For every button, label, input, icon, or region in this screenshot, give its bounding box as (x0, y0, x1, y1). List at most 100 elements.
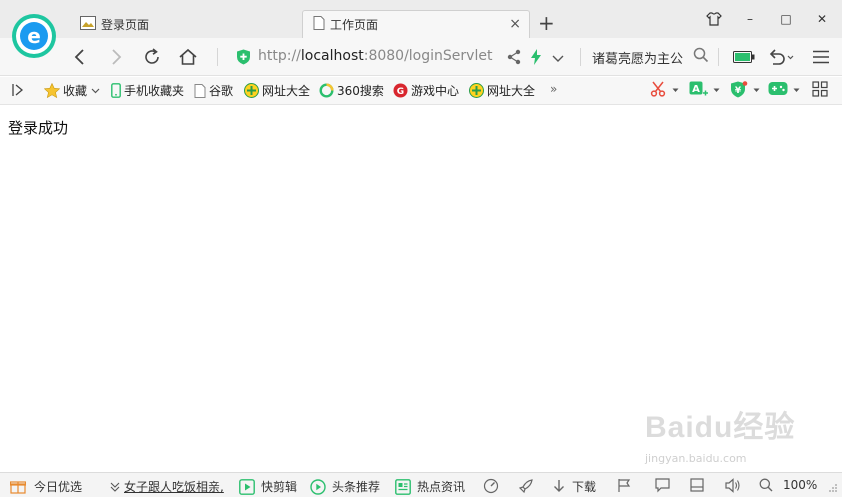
close-tab-icon[interactable]: × (509, 16, 521, 32)
search-icon[interactable] (693, 47, 709, 66)
tab-work-page[interactable]: 工作页面 × (302, 10, 530, 38)
play-square-icon (239, 478, 255, 495)
zoom-control[interactable]: 100% (759, 478, 817, 492)
search-input[interactable]: 诸葛亮愿为主公 (592, 48, 683, 67)
bookmark-item-website-directory-2[interactable]: 网址大全 (469, 82, 535, 99)
bookmark-label: 收藏 (63, 84, 88, 98)
close-window-button[interactable]: ✕ (808, 8, 836, 30)
bookmark-item-google[interactable]: 谷歌 (194, 82, 233, 99)
star-icon (44, 83, 60, 98)
chevron-down-icon[interactable] (713, 88, 720, 93)
chevron-down-icon[interactable] (672, 88, 679, 93)
360-search-icon (319, 83, 334, 98)
svg-text:¥: ¥ (735, 86, 742, 96)
bookmark-item-website-directory[interactable]: 网址大全 (244, 82, 310, 99)
bookmark-item-mobile-favorites[interactable]: 手机收藏夹 (111, 82, 184, 99)
svg-text:e: e (27, 24, 41, 48)
url-scheme: http:// (258, 48, 301, 64)
home-icon (179, 48, 197, 65)
tab-bar: e 登录页面 工作页面 × + – □ ✕ (0, 0, 842, 58)
yuan-shield-icon[interactable]: ¥ (730, 81, 748, 98)
bookmark-item-360-search[interactable]: 360搜索 (319, 82, 384, 99)
login-success-message: 登录成功 (8, 119, 69, 137)
new-tab-button[interactable]: + (538, 11, 555, 35)
bookmark-label: 游戏中心 (411, 84, 460, 98)
translate-status-icon[interactable] (655, 478, 670, 493)
back-button[interactable] (66, 44, 94, 70)
rocket-icon[interactable] (518, 478, 534, 494)
document-icon (313, 16, 325, 33)
status-bar: 今日优选 女子跟人吃饭相亲, 快剪辑 头条推荐 热点资讯 下载 100% (0, 472, 842, 497)
game-center-icon: G (393, 83, 408, 98)
today-picks-button[interactable]: 今日优选 (10, 478, 82, 495)
chevron-down-icon[interactable] (552, 52, 564, 66)
divider (718, 48, 719, 66)
play-circle-icon (310, 478, 326, 495)
divider (580, 48, 581, 66)
home-button[interactable] (174, 44, 202, 70)
headline-recommend-label: 头条推荐 (332, 480, 381, 494)
quick-clip-label: 快剪辑 (261, 480, 298, 494)
minimize-button[interactable]: – (736, 8, 764, 30)
maximize-button[interactable]: □ (772, 8, 800, 30)
page-content: 登录成功 Baidu经验 jingyan.baidu.com (0, 106, 842, 472)
bookmarks-overflow-button[interactable]: » (550, 82, 557, 96)
translate-icon[interactable]: A (689, 81, 709, 98)
svg-text:G: G (397, 87, 404, 97)
quick-clip-button[interactable]: 快剪辑 (239, 478, 297, 495)
today-picks-label: 今日优选 (34, 480, 83, 494)
zoom-icon (759, 478, 773, 492)
arrow-left-icon (74, 49, 84, 65)
headline-recommend-button[interactable]: 头条推荐 (310, 478, 380, 495)
bookmark-item-favorites[interactable]: 收藏 (44, 82, 100, 99)
chevron-down-icon[interactable] (91, 88, 100, 94)
forward-button[interactable] (102, 44, 130, 70)
svg-text:A: A (692, 84, 700, 95)
browser-window: e 登录页面 工作页面 × + – □ ✕ http://localhost:8… (0, 0, 842, 497)
volume-icon[interactable] (725, 478, 741, 493)
gamepad-icon[interactable] (768, 81, 788, 96)
news-headline-link[interactable]: 女子跟人吃饭相亲, (124, 478, 224, 495)
address-bar[interactable]: http://localhost:8080/loginServlet (258, 48, 492, 64)
resize-grip-icon[interactable] (828, 483, 838, 493)
hot-news-button[interactable]: 热点资讯 (395, 478, 465, 495)
window-icon[interactable] (690, 478, 704, 492)
screenshot-scissors-icon[interactable] (650, 81, 666, 97)
page-icon (194, 83, 206, 98)
flag-icon[interactable] (617, 478, 631, 493)
sidebar-toggle-icon[interactable] (12, 84, 24, 96)
news-ticker[interactable]: 女子跟人吃饭相亲, (110, 478, 224, 495)
chevron-down-icon[interactable] (753, 88, 760, 93)
website-directory-icon (244, 83, 259, 98)
tab-login-page[interactable]: 登录页面 (74, 10, 300, 38)
secure-shield-icon[interactable] (236, 49, 251, 68)
share-icon[interactable] (507, 49, 521, 68)
bookmark-label: 网址大全 (487, 84, 536, 98)
refresh-icon (145, 48, 159, 64)
bookmark-label: 网址大全 (262, 84, 311, 98)
download-label: 下载 (572, 480, 597, 494)
bookmark-label: 谷歌 (209, 84, 234, 98)
undo-icon[interactable] (768, 48, 794, 69)
bookmarks-bar: 收藏 手机收藏夹 谷歌 网址大全 360搜索 G 游戏中心 网址大全 » A ¥ (0, 77, 842, 105)
website-directory-icon (469, 83, 484, 98)
phone-icon (111, 83, 121, 98)
menu-icon[interactable] (812, 50, 830, 67)
watermark-logo-text: Baidu经验 (645, 411, 796, 444)
tab-title: 登录页面 (101, 17, 150, 32)
chevron-down-icon[interactable] (793, 88, 800, 93)
browser-logo-icon[interactable]: e (10, 12, 58, 60)
refresh-button[interactable] (138, 44, 166, 70)
apps-grid-icon[interactable] (812, 81, 828, 97)
bookmark-item-game-center[interactable]: G 游戏中心 (393, 82, 459, 99)
lightning-speed-icon[interactable] (530, 49, 542, 68)
navigation-bar: http://localhost:8080/loginServlet 诸葛亮愿为… (0, 38, 842, 76)
download-button[interactable]: 下载 (552, 478, 596, 495)
speed-icon[interactable] (483, 478, 499, 494)
zoom-level: 100% (783, 478, 818, 492)
tab-title: 工作页面 (330, 18, 379, 32)
chevron-down-double-icon (110, 482, 120, 492)
skin-icon[interactable] (700, 8, 728, 30)
battery-icon[interactable] (733, 51, 755, 66)
watermark-url: jingyan.baidu.com (645, 452, 747, 465)
